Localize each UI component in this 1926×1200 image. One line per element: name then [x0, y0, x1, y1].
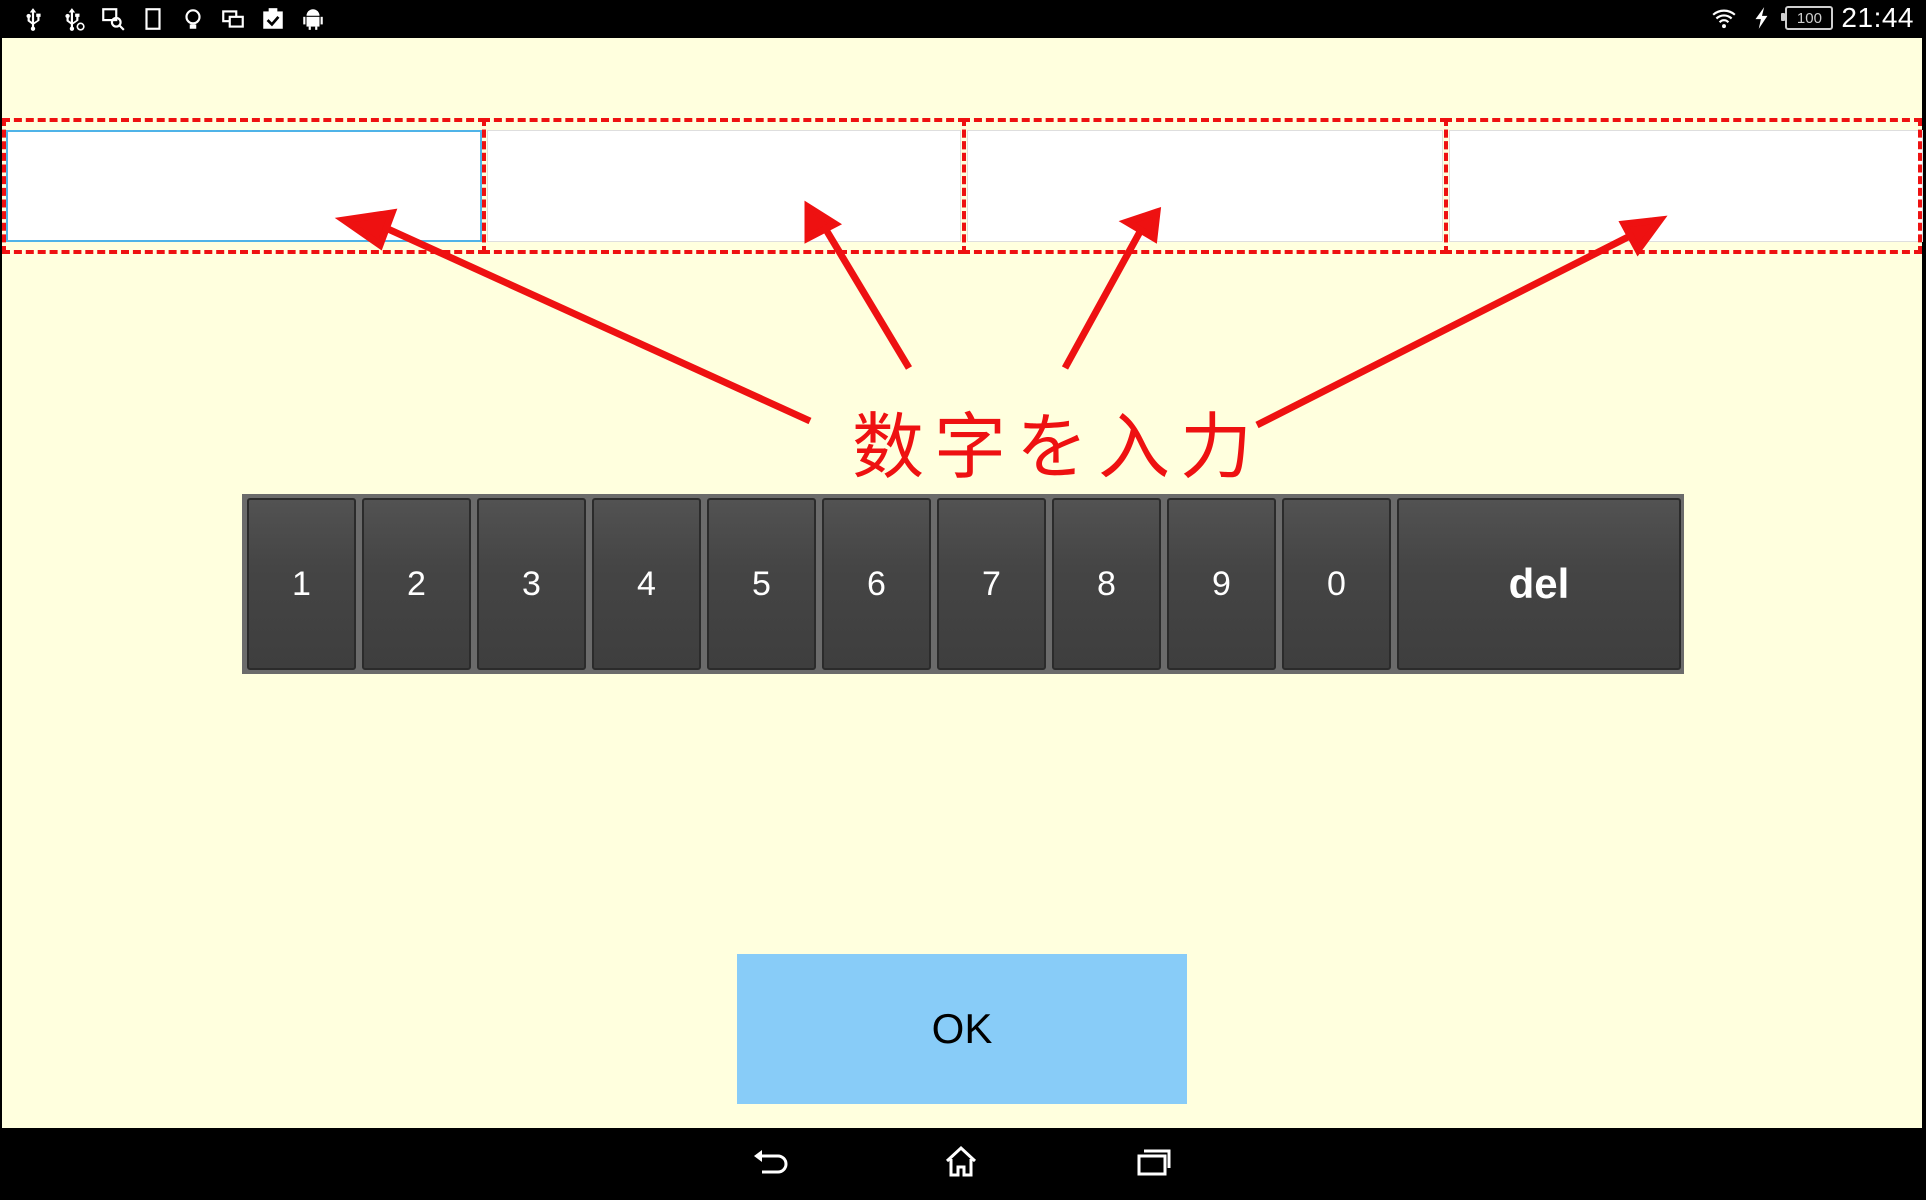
recent-apps-icon: [1133, 1144, 1173, 1184]
ok-button[interactable]: OK: [737, 954, 1187, 1104]
back-icon: [750, 1144, 790, 1184]
system-indicators: 100 21:44: [1709, 2, 1914, 34]
key-1[interactable]: 1: [247, 498, 356, 670]
home-icon: [941, 1144, 981, 1184]
navigation-bar: [0, 1128, 1926, 1200]
android-icon: [298, 4, 328, 34]
key-4[interactable]: 4: [592, 498, 701, 670]
key-3[interactable]: 3: [477, 498, 586, 670]
highlight-box-1: [2, 118, 486, 254]
screens-icon: [218, 4, 248, 34]
numeric-keypad: 1 2 3 4 5 6 7 8 9 0 del: [242, 494, 1684, 674]
recent-apps-button[interactable]: [1128, 1142, 1178, 1186]
key-5[interactable]: 5: [707, 498, 816, 670]
arrow-line-4: [1255, 231, 1634, 429]
key-8[interactable]: 8: [1052, 498, 1161, 670]
usb-debug-icon: [58, 4, 88, 34]
phone-outline-icon: [138, 4, 168, 34]
notification-icons: [18, 4, 328, 34]
task-check-icon: [258, 4, 288, 34]
home-button[interactable]: [936, 1142, 986, 1186]
back-button[interactable]: [745, 1142, 795, 1186]
usb-icon: [18, 4, 48, 34]
delete-key[interactable]: del: [1397, 498, 1681, 670]
highlight-box-4: [1444, 118, 1922, 254]
highlight-box-3: [962, 118, 1448, 254]
key-7[interactable]: 7: [937, 498, 1046, 670]
wifi-icon: [1709, 3, 1739, 33]
battery-icon: 100: [1781, 6, 1834, 30]
annotation-label: 数字を入力: [852, 405, 1263, 489]
screen-search-icon: [98, 4, 128, 34]
lightbulb-icon: [178, 4, 208, 34]
clock: 21:44: [1841, 2, 1914, 33]
key-2[interactable]: 2: [362, 498, 471, 670]
key-9[interactable]: 9: [1167, 498, 1276, 670]
status-bar: 100 21:44: [0, 0, 1926, 38]
battery-level: 100: [1796, 9, 1822, 27]
app-content: 数字を入力 1 2 3 4 5 6 7 8 9 0 del OK: [2, 38, 1923, 1128]
key-6[interactable]: 6: [822, 498, 931, 670]
charging-icon: [1747, 3, 1777, 33]
highlight-box-2: [482, 118, 966, 254]
key-0[interactable]: 0: [1282, 498, 1391, 670]
